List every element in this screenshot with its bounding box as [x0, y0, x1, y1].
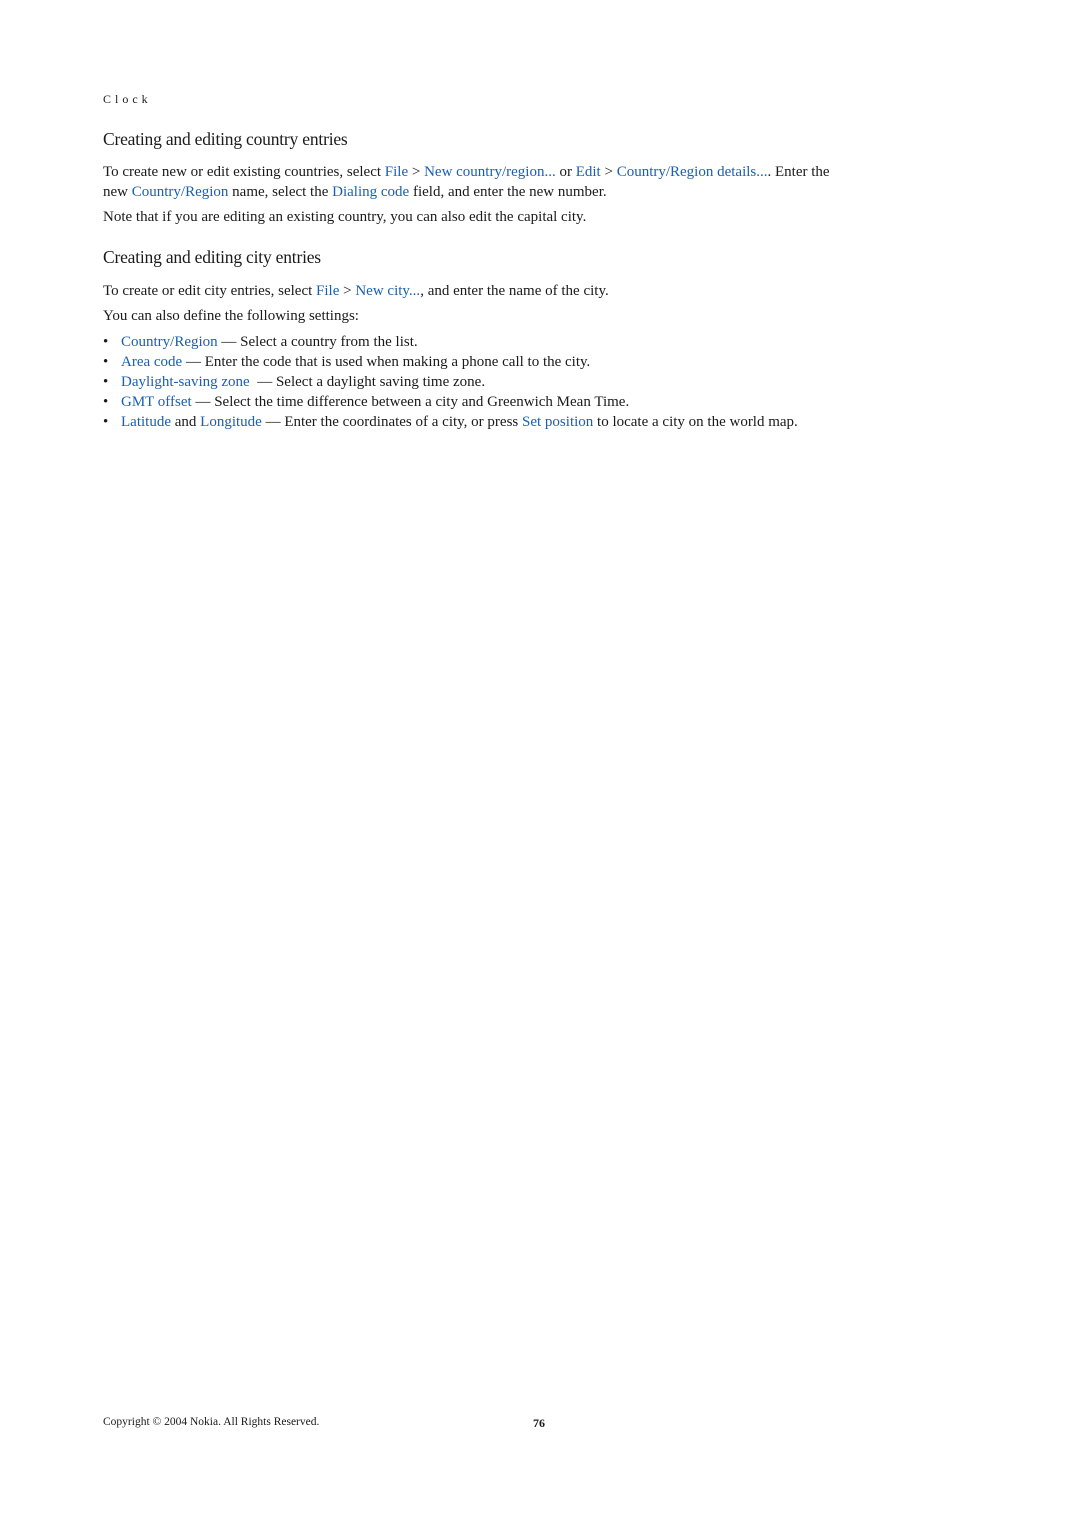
section-heading-country: Creating and editing country entries	[103, 129, 348, 149]
bullet-icon: •	[103, 354, 109, 370]
menu-separator: >	[339, 283, 356, 299]
bullet-icon: •	[103, 334, 109, 350]
link-latitude[interactable]: Latitude	[121, 414, 171, 430]
text: — Select the time difference between a c…	[191, 394, 630, 410]
menu-separator: >	[600, 164, 617, 180]
link-new-country-region[interactable]: New country/region...	[424, 164, 556, 180]
link-dialing-code[interactable]: Dialing code	[332, 184, 409, 200]
bullet-icon: •	[103, 394, 109, 410]
settings-list: • Country/Region — Select a country from …	[103, 332, 798, 432]
text: — Enter the code that is used when makin…	[182, 354, 591, 370]
text: , and enter the name of the city.	[420, 283, 609, 299]
text: — Select a country from the list.	[217, 334, 418, 350]
text: or	[555, 164, 576, 180]
link-longitude[interactable]: Longitude	[200, 414, 262, 430]
link-edit[interactable]: Edit	[576, 164, 601, 180]
text: To create new or edit existing countries…	[103, 164, 385, 180]
text: name, select the	[228, 184, 333, 200]
link-country-region-details[interactable]: Country/Region details...	[617, 164, 768, 180]
link-daylight-saving-zone[interactable]: Daylight-saving zone	[121, 374, 250, 390]
list-item: • Daylight-saving zone — Select a dayligh…	[103, 372, 798, 392]
link-new-city[interactable]: New city...	[355, 283, 420, 299]
paragraph-country-note: Note that if you are editing an existing…	[103, 209, 587, 225]
paragraph-country-line1: To create new or edit existing countries…	[103, 162, 830, 182]
paragraph-city-intro: To create or edit city entries, select F…	[103, 281, 609, 301]
list-item: • GMT offset — Select the time difference…	[103, 392, 798, 412]
footer-copyright: Copyright © 2004 Nokia. All Rights Reser…	[103, 1416, 320, 1428]
text: . Enter the	[767, 164, 830, 180]
text: field, and enter the new number.	[409, 184, 607, 200]
running-head: Clock	[103, 92, 152, 106]
text: To create or edit city entries, select	[103, 283, 317, 299]
list-item: • Area code — Enter the code that is used…	[103, 352, 798, 372]
list-item: • Country/Region — Select a country from …	[103, 332, 798, 352]
text: — Enter the coordinates of a city, or pr…	[261, 414, 523, 430]
text: and	[170, 414, 201, 430]
link-set-position[interactable]: Set position	[522, 414, 593, 430]
text: to locate a city on the world map.	[593, 414, 798, 430]
text: new	[103, 184, 132, 200]
section-heading-city: Creating and editing city entries	[103, 247, 321, 267]
menu-separator: >	[408, 164, 425, 180]
link-gmt-offset[interactable]: GMT offset	[121, 394, 192, 410]
link-file[interactable]: File	[385, 164, 408, 180]
link-country-region[interactable]: Country/Region	[132, 184, 229, 200]
link-area-code[interactable]: Area code	[121, 354, 182, 370]
bullet-icon: •	[103, 374, 109, 390]
link-file[interactable]: File	[316, 283, 339, 299]
paragraph-country-line2: new Country/Region name, select the Dial…	[103, 182, 607, 202]
link-country-region[interactable]: Country/Region	[121, 334, 218, 350]
bullet-icon: •	[103, 414, 109, 430]
list-item: • Latitude and Longitude — Enter the coor…	[103, 412, 798, 432]
page-number: 76	[533, 1416, 545, 1430]
paragraph-city-settings: You can also define the following settin…	[103, 308, 359, 324]
text: — Select a daylight saving time zone.	[249, 374, 486, 390]
